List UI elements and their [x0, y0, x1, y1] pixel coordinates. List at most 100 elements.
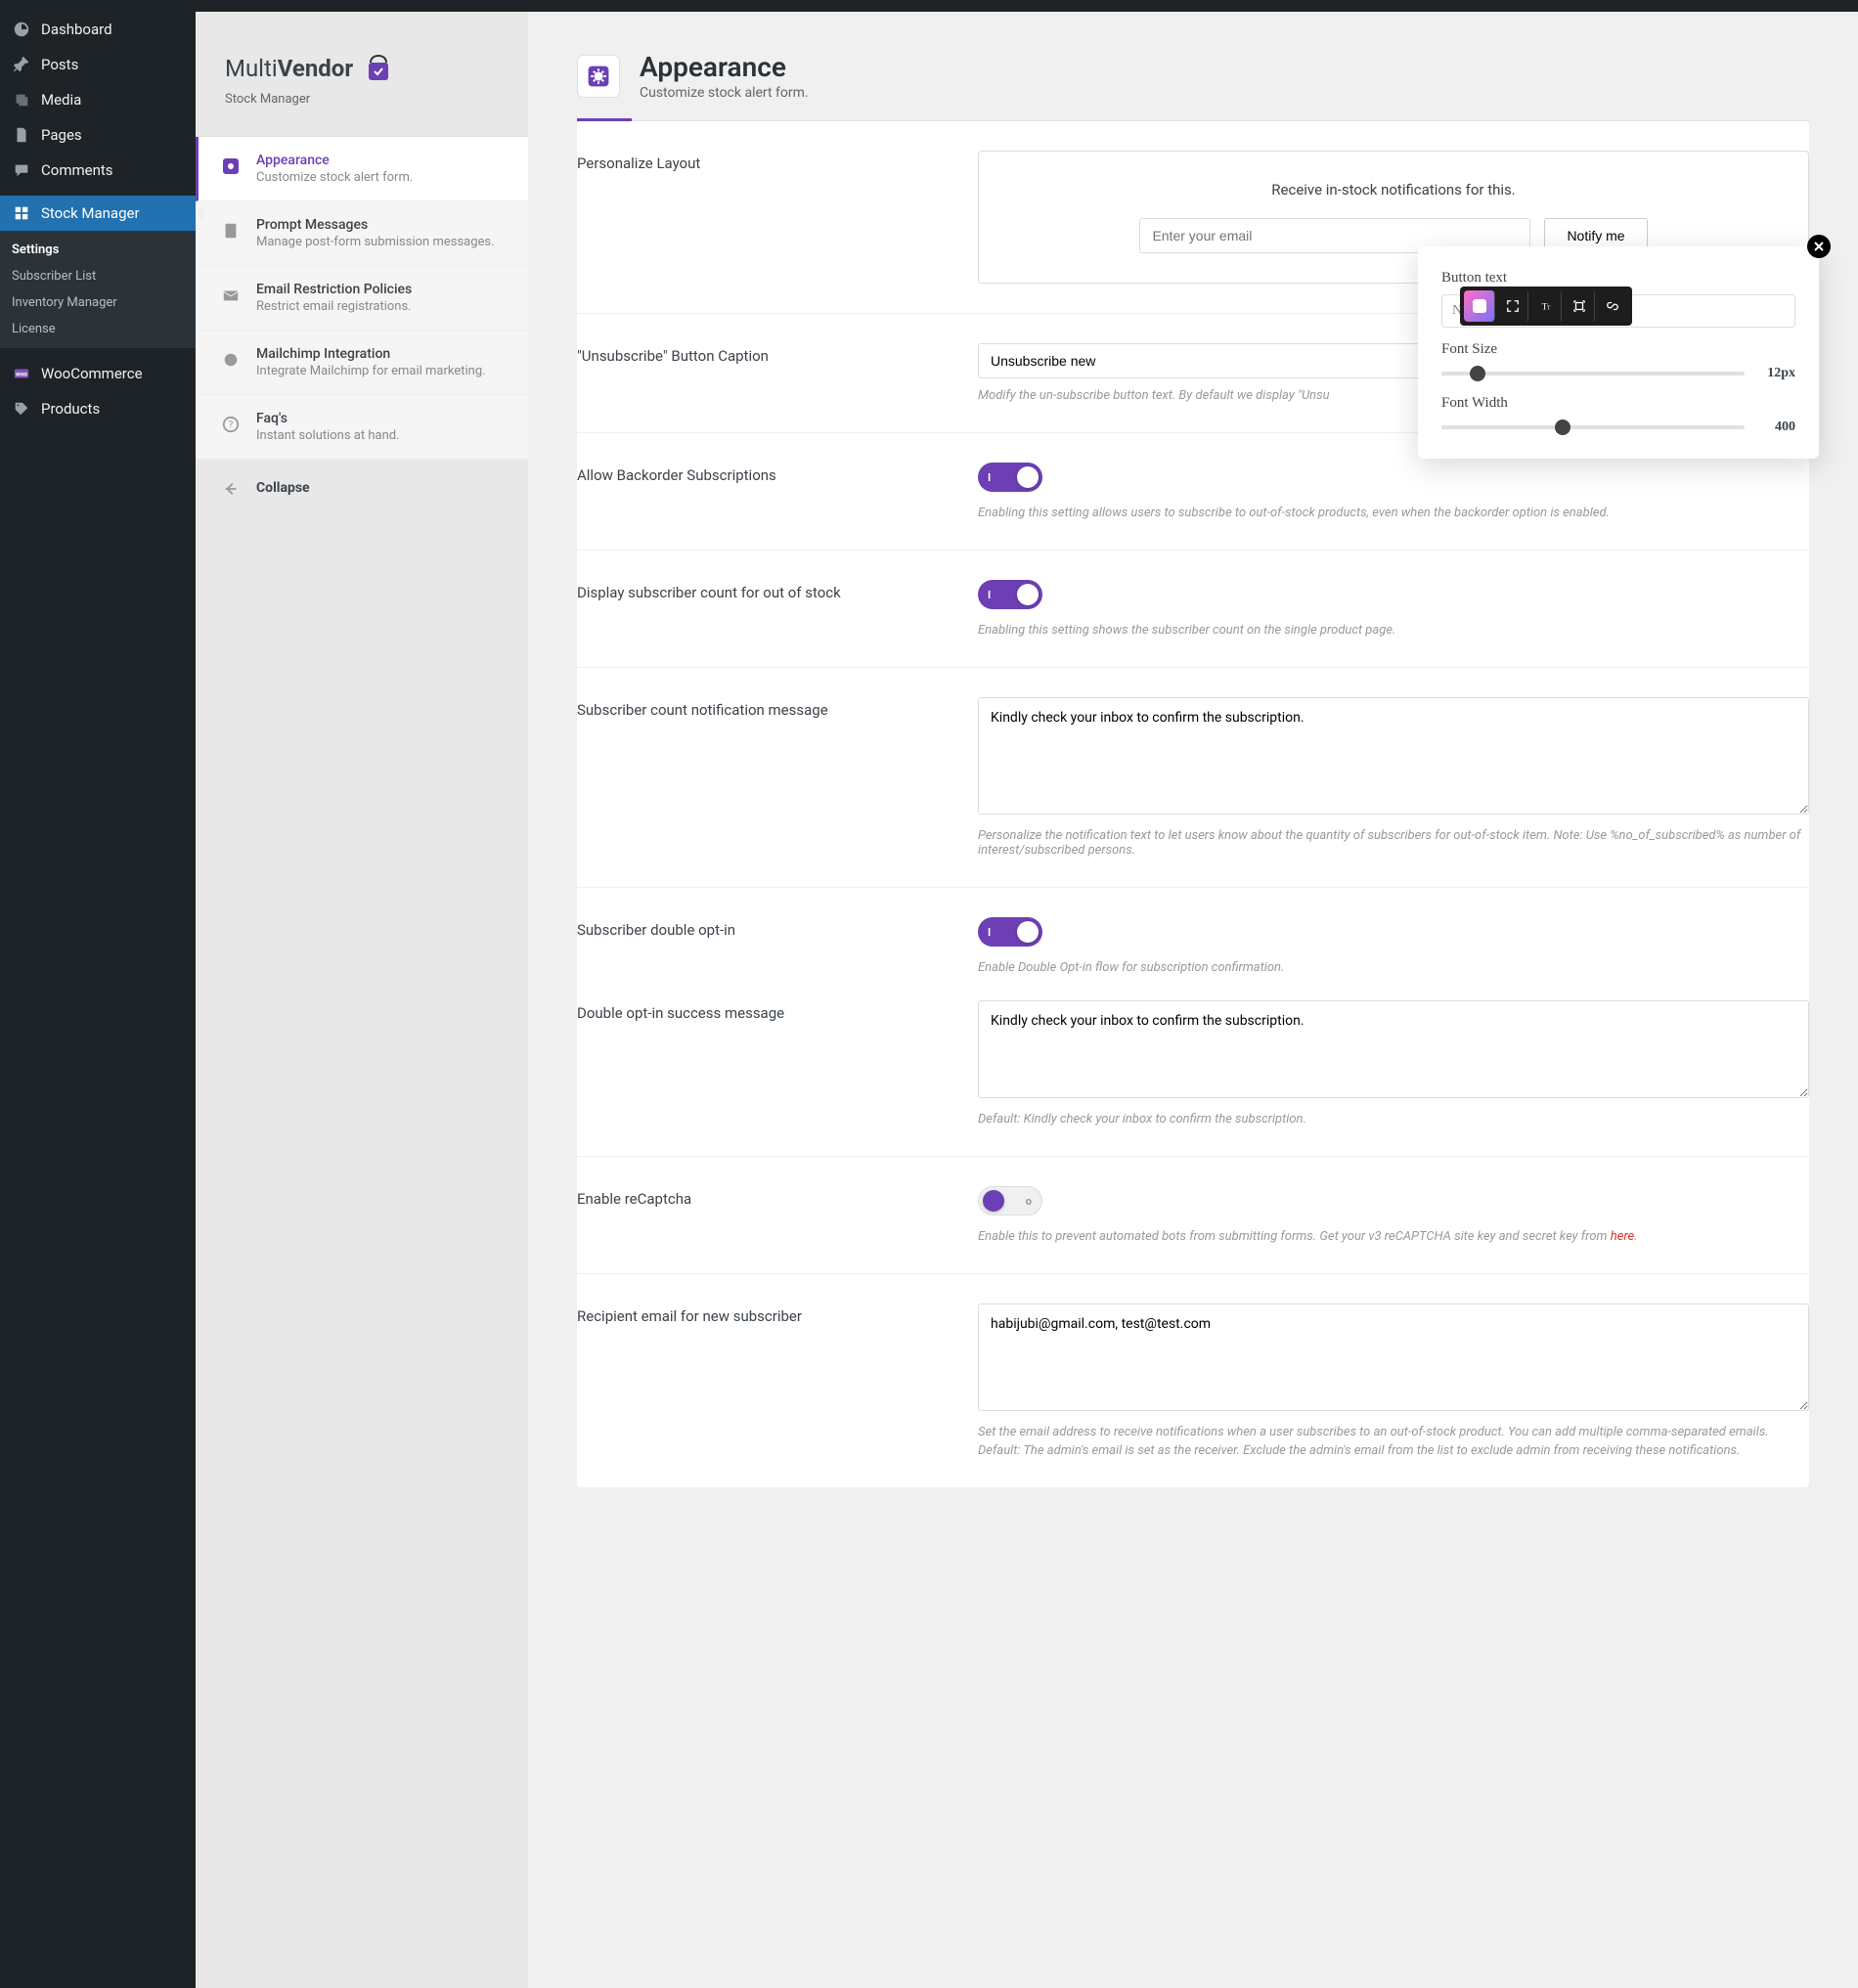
nav-desc: Restrict email registrations. — [256, 299, 412, 314]
content-area: Appearance Customize stock alert form. P… — [528, 12, 1858, 1988]
media-icon — [12, 90, 31, 110]
row-enable-recaptcha: Enable reCaptcha o Enable this to preven… — [577, 1157, 1809, 1274]
menu-woocommerce[interactable]: woo WooCommerce — [0, 356, 196, 391]
font-size-value: 12px — [1756, 366, 1795, 381]
row-recipient-email: Recipient email for new subscriber habij… — [577, 1274, 1809, 1487]
count-message-textarea[interactable]: Kindly check your inbox to confirm the s… — [978, 697, 1809, 815]
menu-label: Media — [41, 91, 81, 109]
nav-collapse[interactable]: Collapse — [196, 460, 528, 516]
setting-label: Enable reCaptcha — [577, 1186, 939, 1244]
setting-hint: Personalize the notification text to let… — [978, 828, 1809, 858]
wp-admin-sidebar: Dashboard Posts Media Pages Comments — [0, 12, 196, 1988]
svg-text:T: T — [1546, 306, 1550, 312]
setting-label: Double opt-in success message — [577, 1000, 939, 1127]
setting-label: Subscriber double opt-in — [577, 917, 939, 975]
page-title: Appearance — [640, 51, 809, 83]
menu-label: Pages — [41, 126, 82, 144]
setting-label: Recipient email for new subscriber — [577, 1303, 939, 1458]
toggle-on-label: I — [988, 471, 991, 484]
recaptcha-here-link[interactable]: here — [1611, 1229, 1634, 1244]
slider-thumb[interactable] — [1470, 366, 1485, 381]
setting-label: Subscriber count notification message — [577, 697, 939, 858]
menu-pages[interactable]: Pages — [0, 117, 196, 153]
setting-label: Personalize Layout — [577, 151, 939, 284]
recaptcha-toggle[interactable]: o — [978, 1186, 1042, 1215]
font-width-slider[interactable] — [1441, 425, 1745, 429]
toolbar-color-button[interactable] — [1464, 290, 1495, 322]
collapse-label: Collapse — [256, 480, 310, 496]
envelope-icon — [219, 284, 243, 307]
nav-title: Appearance — [256, 153, 413, 168]
submenu-license[interactable]: License — [0, 316, 196, 342]
setting-hint: Default: Kindly check your inbox to conf… — [978, 1112, 1809, 1127]
menu-products[interactable]: Products — [0, 391, 196, 426]
nav-email-restriction[interactable]: Email Restriction Policies Restrict emai… — [196, 266, 528, 331]
page-icon — [12, 125, 31, 145]
products-icon — [12, 399, 31, 419]
backorder-toggle[interactable]: I — [978, 463, 1042, 492]
wp-admin-bar — [0, 0, 1858, 12]
popover-close-button[interactable] — [1807, 235, 1831, 258]
menu-label: Posts — [41, 56, 78, 73]
nav-title: Mailchimp Integration — [256, 346, 486, 362]
document-icon — [219, 219, 243, 243]
row-double-optin: Subscriber double opt-in I Enable Double… — [577, 888, 1809, 991]
toggle-off-label: o — [1026, 1195, 1032, 1208]
plugin-brand: MultiVendor Stock Manager — [196, 51, 528, 136]
preview-heading: Receive in-stock notifications for this. — [1008, 181, 1779, 199]
mailchimp-icon — [219, 348, 243, 372]
double-optin-toggle[interactable]: I — [978, 917, 1042, 947]
submenu-inventory-manager[interactable]: Inventory Manager — [0, 289, 196, 316]
toolbar-expand-button[interactable] — [1497, 290, 1528, 322]
menu-label: Products — [41, 400, 100, 418]
font-width-value: 400 — [1756, 420, 1795, 435]
popover-label-font-size: Font Size — [1441, 341, 1795, 358]
hint-text: . — [1634, 1229, 1637, 1244]
menu-label: WooCommerce — [41, 365, 143, 382]
gear-icon — [219, 155, 243, 178]
brand-text-light: Multi — [225, 55, 278, 82]
nav-faqs[interactable]: ? Faq's Instant solutions at hand. — [196, 395, 528, 460]
stock-manager-submenu: Settings Subscriber List Inventory Manag… — [0, 231, 196, 348]
popover-label-button-text: Button text — [1441, 270, 1795, 287]
recipient-email-textarea[interactable]: habijubi@gmail.com, test@test.com — [978, 1303, 1809, 1411]
display-count-toggle[interactable]: I — [978, 580, 1042, 609]
menu-dashboard[interactable]: Dashboard — [0, 12, 196, 47]
row-double-optin-message: Double opt-in success message Kindly che… — [577, 991, 1809, 1157]
setting-label: "Unsubscribe" Button Caption — [577, 343, 939, 403]
nav-desc: Integrate Mailchimp for email marketing. — [256, 364, 486, 378]
nav-appearance[interactable]: Appearance Customize stock alert form. — [196, 137, 528, 201]
submenu-subscriber-list[interactable]: Subscriber List — [0, 263, 196, 289]
pin-icon — [12, 55, 31, 74]
dashboard-icon — [12, 20, 31, 39]
submenu-settings[interactable]: Settings — [0, 237, 196, 263]
slider-thumb[interactable] — [1555, 420, 1570, 435]
svg-text:woo: woo — [16, 371, 27, 378]
brand-bag-icon — [361, 51, 396, 86]
menu-media[interactable]: Media — [0, 82, 196, 117]
double-optin-message-textarea[interactable]: Kindly check your inbox to confirm the s… — [978, 1000, 1809, 1098]
menu-posts[interactable]: Posts — [0, 47, 196, 82]
page-icon — [577, 55, 620, 98]
page-subtitle: Customize stock alert form. — [640, 85, 809, 101]
nav-title: Prompt Messages — [256, 217, 495, 233]
menu-stock-manager[interactable]: Stock Manager — [0, 196, 196, 231]
woocommerce-icon: woo — [12, 364, 31, 383]
menu-label: Dashboard — [41, 21, 112, 38]
nav-title: Email Restriction Policies — [256, 282, 412, 297]
nav-mailchimp[interactable]: Mailchimp Integration Integrate Mailchim… — [196, 331, 528, 395]
question-icon: ? — [219, 413, 243, 436]
setting-hint: Set the email address to receive notific… — [978, 1425, 1809, 1439]
menu-label: Stock Manager — [41, 204, 140, 222]
plugin-sidebar: MultiVendor Stock Manager Appearance Cus… — [196, 12, 528, 1988]
nav-desc: Customize stock alert form. — [256, 170, 413, 185]
toolbar-link-button[interactable] — [1597, 290, 1628, 322]
setting-hint: Enable Double Opt-in flow for subscripti… — [978, 960, 1809, 975]
font-size-slider[interactable] — [1441, 372, 1745, 376]
menu-comments[interactable]: Comments — [0, 153, 196, 188]
nav-prompt-messages[interactable]: Prompt Messages Manage post-form submiss… — [196, 201, 528, 266]
toolbar-align-button[interactable] — [1564, 290, 1595, 322]
svg-text:?: ? — [229, 420, 234, 431]
toolbar-text-button[interactable]: TT — [1530, 290, 1562, 322]
comment-icon — [12, 160, 31, 180]
